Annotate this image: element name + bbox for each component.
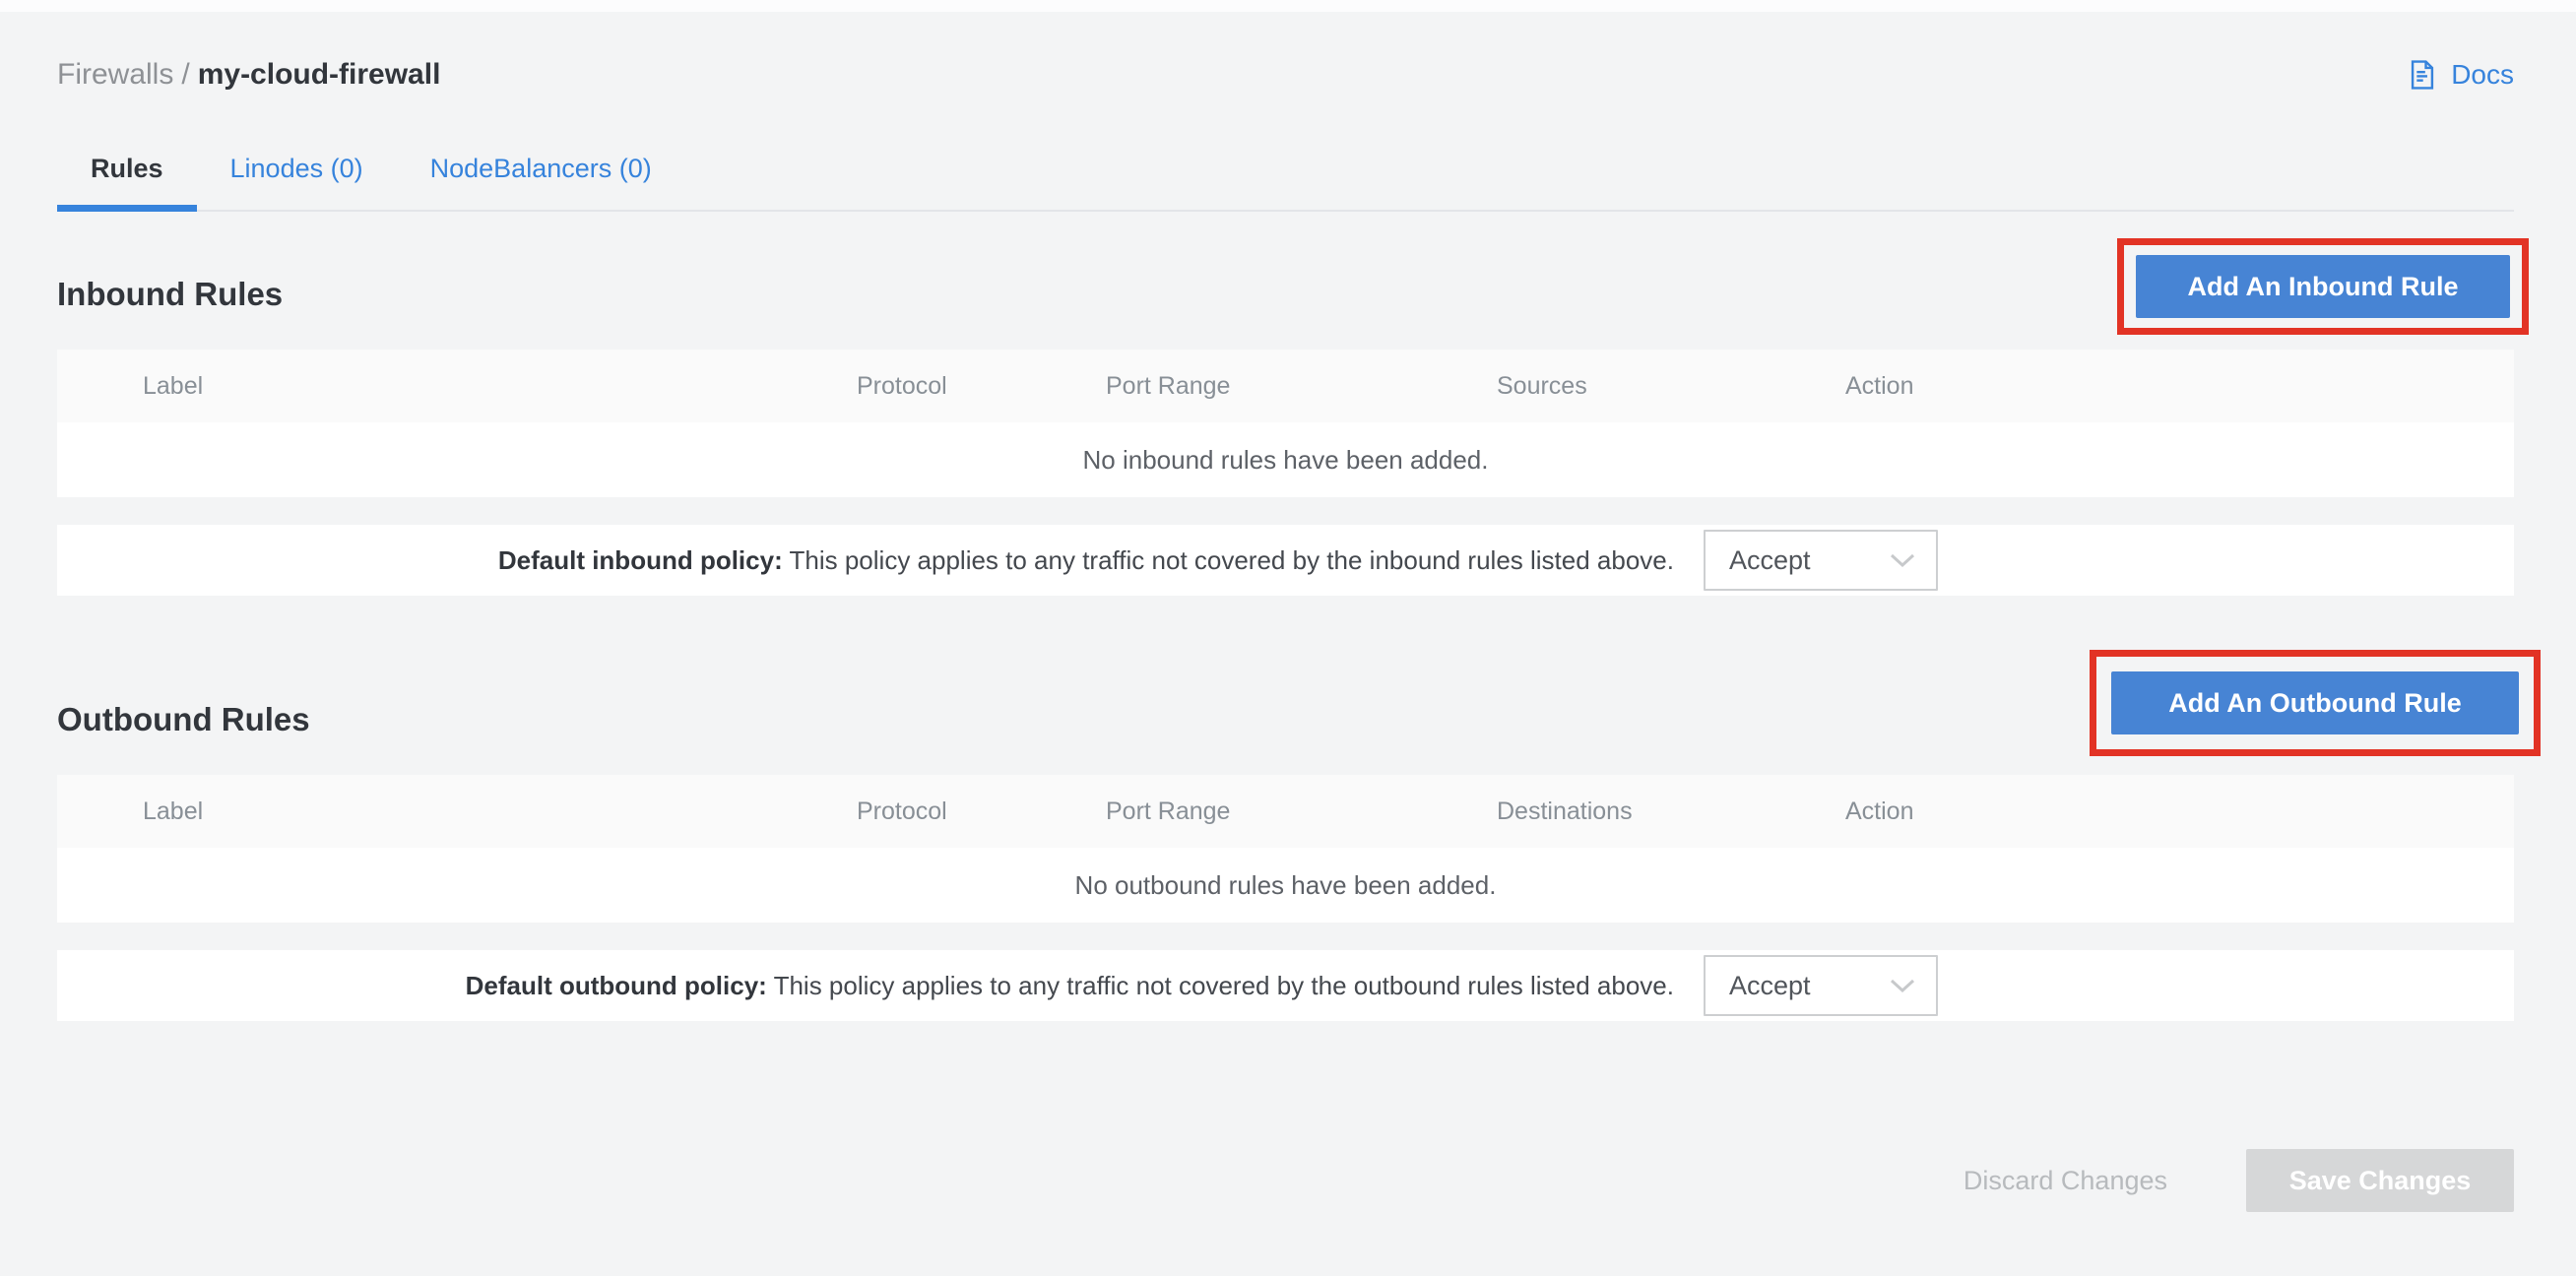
form-actions: Discard Changes Save Changes — [57, 1149, 2514, 1212]
inbound-policy-value: Accept — [1729, 545, 1811, 576]
column-header-label: Label — [57, 372, 857, 401]
outbound-policy-description: This policy applies to any traffic not c… — [774, 971, 1674, 1000]
column-header-label: Label — [57, 798, 857, 826]
outbound-rules-table: Label Protocol Port Range Destinations A… — [57, 775, 2514, 1021]
top-strip — [0, 0, 2576, 12]
breadcrumb-separator: / — [181, 58, 189, 91]
inbound-rules-table: Label Protocol Port Range Sources Action… — [57, 350, 2514, 596]
column-header-port-range: Port Range — [1106, 798, 1497, 826]
save-changes-button[interactable]: Save Changes — [2246, 1149, 2514, 1212]
column-header-action: Action — [1845, 798, 2514, 826]
add-outbound-rule-button[interactable]: Add An Outbound Rule — [2111, 671, 2519, 734]
row-gap — [57, 497, 2514, 525]
outbound-policy-value: Accept — [1729, 971, 1811, 1001]
breadcrumb-firewalls-link[interactable]: Firewalls — [57, 58, 173, 91]
breadcrumb: Firewalls/ my-cloud-firewall — [57, 58, 440, 92]
page-title: my-cloud-firewall — [198, 58, 441, 91]
outbound-policy-label: Default outbound policy: — [466, 971, 767, 1000]
inbound-empty-row: No inbound rules have been added. — [57, 422, 2514, 497]
chevron-down-icon — [1889, 978, 1916, 994]
outbound-table-header: Label Protocol Port Range Destinations A… — [57, 775, 2514, 848]
inbound-policy-text: Default inbound policy: This policy appl… — [57, 545, 1674, 576]
tab-nodebalancers[interactable]: NodeBalancers (0) — [397, 148, 685, 212]
outbound-policy-select[interactable]: Accept — [1704, 955, 1938, 1016]
inbound-policy-select[interactable]: Accept — [1704, 530, 1938, 591]
tab-bar: Rules Linodes (0) NodeBalancers (0) — [57, 148, 2514, 212]
outbound-policy-text: Default outbound policy: This policy app… — [57, 971, 1674, 1001]
tab-linodes[interactable]: Linodes (0) — [197, 148, 397, 212]
column-header-protocol: Protocol — [857, 372, 1106, 401]
inbound-policy-description: This policy applies to any traffic not c… — [790, 545, 1675, 575]
chevron-down-icon — [1889, 552, 1916, 569]
inbound-policy-row: Default inbound policy: This policy appl… — [57, 525, 2514, 596]
add-inbound-rule-button[interactable]: Add An Inbound Rule — [2136, 255, 2510, 318]
outbound-empty-row: No outbound rules have been added. — [57, 848, 2514, 923]
inbound-table-header: Label Protocol Port Range Sources Action — [57, 350, 2514, 422]
outbound-policy-row: Default outbound policy: This policy app… — [57, 950, 2514, 1021]
docs-label: Docs — [2451, 59, 2514, 91]
annotation-highlight-inbound: Add An Inbound Rule — [2117, 238, 2529, 335]
column-header-destinations: Destinations — [1497, 798, 1845, 826]
column-header-sources: Sources — [1497, 372, 1845, 401]
column-header-port-range: Port Range — [1106, 372, 1497, 401]
annotation-highlight-outbound: Add An Outbound Rule — [2090, 650, 2541, 756]
discard-changes-button[interactable]: Discard Changes — [1964, 1166, 2167, 1196]
inbound-policy-label: Default inbound policy: — [498, 545, 783, 575]
column-header-protocol: Protocol — [857, 798, 1106, 826]
firewall-detail-page: Firewalls/ my-cloud-firewall Docs Rules L… — [0, 0, 2576, 1276]
tab-rules[interactable]: Rules — [57, 148, 197, 212]
column-header-action: Action — [1845, 372, 2514, 401]
row-gap — [57, 923, 2514, 950]
docs-icon — [2406, 58, 2439, 92]
page-header: Firewalls/ my-cloud-firewall Docs — [57, 55, 2514, 95]
docs-link[interactable]: Docs — [2406, 58, 2514, 92]
